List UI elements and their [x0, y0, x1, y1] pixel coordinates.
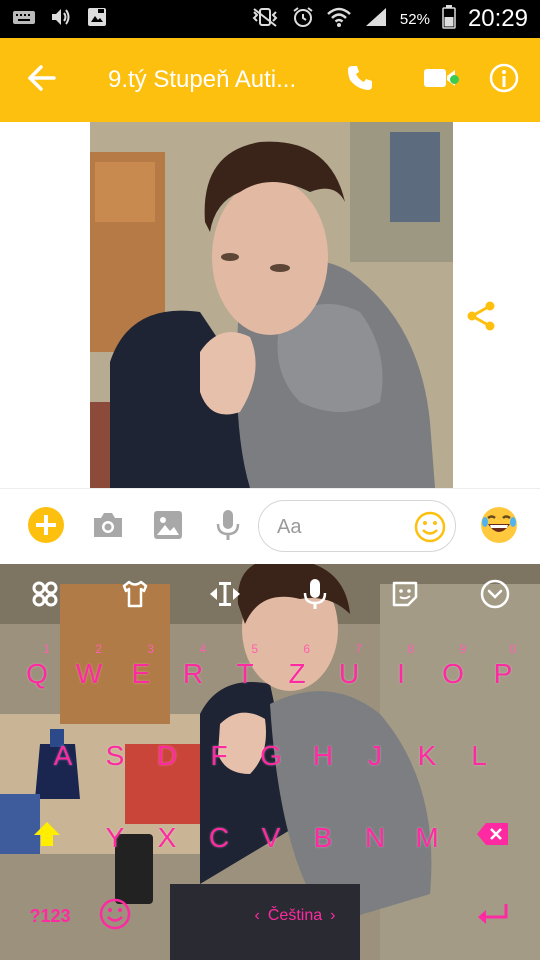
collapse-keyboard-button[interactable]	[473, 576, 517, 616]
wifi-icon	[326, 6, 352, 33]
sticker-icon	[390, 579, 420, 614]
clock: 20:29	[467, 5, 528, 32]
enter-key[interactable]	[466, 894, 520, 938]
key-e[interactable]: 3E	[116, 640, 166, 700]
app-screen: 52% 20:29 9.tý Stupeň Auti... Aa 1 Q 2 W…	[0, 0, 540, 960]
key-m[interactable]: M	[402, 804, 452, 864]
key-b[interactable]: B	[298, 804, 348, 864]
photo-image	[90, 122, 453, 488]
key-t[interactable]: 5T	[220, 640, 270, 700]
key-w[interactable]: 2W	[64, 640, 114, 700]
volume-icon	[50, 7, 72, 32]
key-i[interactable]: 8I	[376, 640, 426, 700]
laughing-emoji-icon	[478, 504, 520, 551]
key-x[interactable]: X	[142, 804, 192, 864]
space-bar[interactable]: ‹ Čeština ›	[150, 894, 440, 938]
emoji-key[interactable]	[92, 894, 138, 938]
key-u[interactable]: 7U	[324, 640, 374, 700]
call-button[interactable]	[330, 38, 390, 122]
status-left	[12, 6, 108, 33]
online-status-dot	[450, 75, 459, 84]
battery-icon	[442, 4, 456, 34]
key-h[interactable]: H	[298, 722, 348, 782]
sticker-button[interactable]	[383, 576, 427, 616]
plus-icon	[27, 506, 65, 549]
symbols-key[interactable]: ?123	[20, 894, 80, 938]
message-composer	[0, 488, 540, 564]
mute-vibrate-icon	[250, 6, 280, 33]
info-icon	[488, 62, 520, 99]
key-k[interactable]: K	[402, 722, 452, 782]
voice-message-button[interactable]	[208, 507, 248, 547]
info-button[interactable]	[474, 38, 534, 122]
key-r[interactable]: 4R	[168, 640, 218, 700]
signal-icon	[364, 6, 388, 33]
key-v[interactable]: V	[246, 804, 296, 864]
photo-message[interactable]	[90, 122, 453, 488]
key-p[interactable]: 0P	[478, 640, 528, 700]
share-icon	[462, 301, 500, 339]
more-actions-button[interactable]	[26, 506, 66, 549]
language-next-arrow: ›	[330, 907, 336, 924]
key-g[interactable]: G	[246, 722, 296, 782]
microphone-icon	[215, 508, 241, 547]
key-s[interactable]: S	[90, 722, 140, 782]
camera-icon	[91, 510, 125, 545]
cursor-icon	[208, 579, 242, 614]
shift-arrow-icon	[32, 820, 62, 853]
conversation-header: 9.tý Stupeň Auti...	[0, 38, 540, 122]
key-q[interactable]: 1Q	[12, 640, 62, 700]
emoji-button[interactable]	[413, 510, 447, 544]
theme-button[interactable]	[113, 576, 157, 616]
phone-icon	[345, 63, 375, 98]
photo-save-icon	[86, 6, 108, 33]
video-call-button[interactable]	[410, 38, 470, 122]
key-c[interactable]: C	[194, 804, 244, 864]
cursor-button[interactable]	[203, 576, 247, 616]
share-button[interactable]	[462, 297, 500, 335]
back-arrow-icon	[27, 64, 57, 97]
message-input[interactable]	[277, 513, 407, 541]
alarm-icon	[292, 6, 314, 33]
back-button[interactable]	[0, 38, 84, 122]
clover-icon	[30, 579, 60, 614]
clover-button[interactable]	[23, 576, 67, 616]
battery-percent: 52%	[399, 10, 430, 28]
language-label: Čeština	[267, 907, 323, 924]
backspace-icon	[476, 821, 510, 852]
enter-arrow-icon	[476, 901, 510, 932]
voice-input-button[interactable]	[293, 576, 337, 616]
keyboard-icon	[12, 8, 36, 31]
key-d[interactable]: D	[142, 722, 192, 782]
shift-key[interactable]	[22, 814, 72, 858]
key-j[interactable]: J	[350, 722, 400, 782]
camera-button[interactable]	[88, 507, 128, 547]
key-a[interactable]: A	[38, 722, 88, 782]
theme-shirt-icon	[120, 579, 150, 614]
key-z[interactable]: 6Z	[272, 640, 322, 700]
key-n[interactable]: N	[350, 804, 400, 864]
key-l[interactable]: L	[454, 722, 504, 782]
status-bar: 52% 20:29	[0, 0, 540, 38]
key-f[interactable]: F	[194, 722, 244, 782]
microphone-icon	[302, 577, 328, 616]
language-prev-arrow: ‹	[254, 907, 260, 924]
message-list[interactable]	[0, 122, 540, 488]
emoji-icon	[413, 511, 447, 548]
key-o[interactable]: 9O	[428, 640, 478, 700]
keyboard: 1Q 2W 3E 4R 5T 6Z 7U 8I 9O 0P A S D F G …	[0, 564, 540, 960]
collapse-icon	[479, 578, 511, 615]
gallery-button[interactable]	[148, 507, 188, 547]
emoji-icon	[98, 897, 132, 936]
conversation-title[interactable]: 9.tý Stupeň Auti...	[108, 66, 338, 94]
key-y[interactable]: Y	[90, 804, 140, 864]
message-input-container	[258, 500, 456, 552]
send-emoji-button[interactable]	[478, 506, 520, 548]
status-right: 52% 20:29	[250, 4, 528, 34]
backspace-key[interactable]	[468, 814, 518, 858]
gallery-icon	[152, 509, 184, 546]
